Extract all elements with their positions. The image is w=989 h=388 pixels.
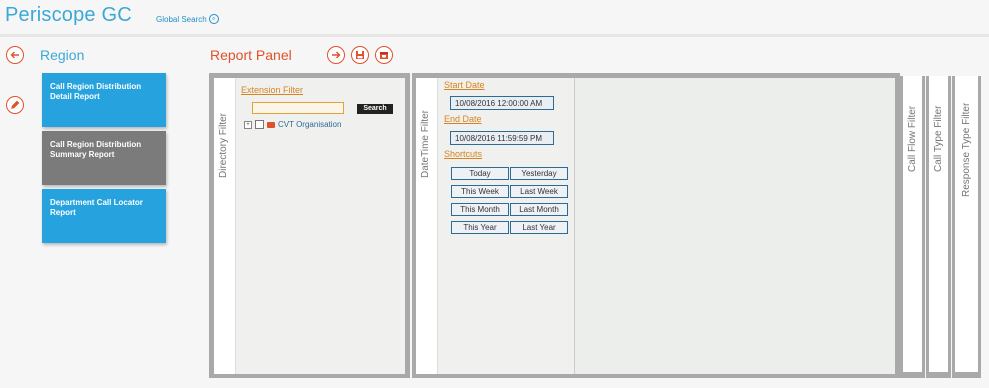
report-panel-title: Report Panel <box>210 47 292 63</box>
shortcut-last-year-button[interactable]: Last Year <box>510 221 568 234</box>
back-button[interactable] <box>6 46 24 64</box>
calendar-icon <box>380 52 388 59</box>
shortcut-last-week-button[interactable]: Last Week <box>510 185 568 198</box>
report-card-department-locator[interactable]: Department Call Locator Report <box>42 189 166 243</box>
shortcut-last-month-button[interactable]: Last Month <box>510 203 568 216</box>
directory-filter-tab[interactable]: Directory Filter <box>214 78 236 374</box>
shortcut-this-year-button[interactable]: This Year <box>451 221 509 234</box>
extension-filter-link[interactable]: Extension Filter <box>241 85 303 95</box>
datetime-filter-tab[interactable]: DateTime Filter <box>416 78 438 374</box>
datetime-filter-panel: DateTime Filter Start Date 10/08/2016 12… <box>412 73 900 378</box>
report-card-label: Call Region Distribution Summary Report <box>50 140 142 159</box>
call-type-filter-tab[interactable]: Call Type Filter <box>926 76 951 378</box>
tree-item-label: CVT Organisation <box>278 120 342 129</box>
floppy-icon <box>356 51 364 59</box>
directory-filter-tab-label: Directory Filter <box>218 112 229 178</box>
report-card-label: Department Call Locator Report <box>50 198 143 217</box>
shortcut-this-month-button[interactable]: This Month <box>451 203 509 216</box>
edit-button[interactable] <box>6 96 24 114</box>
pencil-icon <box>11 100 20 109</box>
start-date-field[interactable]: 10/08/2016 12:00:00 AM <box>450 96 554 110</box>
datetime-filter-content: Start Date 10/08/2016 12:00:00 AM End Da… <box>438 78 575 374</box>
arrow-left-icon <box>10 51 19 59</box>
region-title: Region <box>40 47 85 63</box>
call-flow-filter-label: Call Flow Filter <box>907 105 918 172</box>
global-search-label: Global Search <box>156 14 207 24</box>
shortcut-yesterday-button[interactable]: Yesterday <box>510 167 568 180</box>
expand-icon[interactable]: + <box>244 120 252 129</box>
shortcut-today-button[interactable]: Today <box>451 167 509 180</box>
arrow-right-icon <box>332 51 341 59</box>
directory-filter-content: Extension Filter Search + CVT Organisati… <box>236 78 405 374</box>
report-card-detail[interactable]: Call Region Distribution Detail Report <box>42 73 166 127</box>
end-date-field[interactable]: 10/08/2016 11:59:59 PM <box>450 131 554 145</box>
schedule-button[interactable] <box>375 46 393 64</box>
response-type-filter-label: Response Type Filter <box>961 102 972 197</box>
call-type-filter-label: Call Type Filter <box>933 105 944 172</box>
directory-filter-panel: Directory Filter Extension Filter Search… <box>209 73 410 378</box>
search-icon: ⌕ <box>208 14 219 24</box>
tree-item-cvt-organisation[interactable]: + CVT Organisation <box>244 120 341 129</box>
save-button[interactable] <box>351 46 369 64</box>
app-title: Periscope GC <box>5 4 132 26</box>
start-date-label[interactable]: Start Date <box>444 80 485 90</box>
shortcuts-label: Shortcuts <box>444 149 483 159</box>
organisation-icon <box>267 121 275 128</box>
tree-checkbox[interactable] <box>255 120 264 129</box>
extension-search-input[interactable] <box>252 102 344 114</box>
header-divider <box>0 34 989 37</box>
response-type-filter-tab[interactable]: Response Type Filter <box>952 76 981 378</box>
shortcut-this-week-button[interactable]: This Week <box>451 185 509 198</box>
end-date-label[interactable]: End Date <box>444 114 482 124</box>
datetime-filter-empty-area <box>575 78 895 374</box>
report-card-label: Call Region Distribution Detail Report <box>50 82 142 101</box>
report-card-summary[interactable]: Call Region Distribution Summary Report <box>42 131 166 185</box>
datetime-filter-tab-label: DateTime Filter <box>420 110 431 178</box>
global-search-link[interactable]: Global Search ⌕ <box>156 14 219 24</box>
search-button[interactable]: Search <box>357 104 393 114</box>
call-flow-filter-tab[interactable]: Call Flow Filter <box>900 76 925 378</box>
run-report-button[interactable] <box>327 46 345 64</box>
